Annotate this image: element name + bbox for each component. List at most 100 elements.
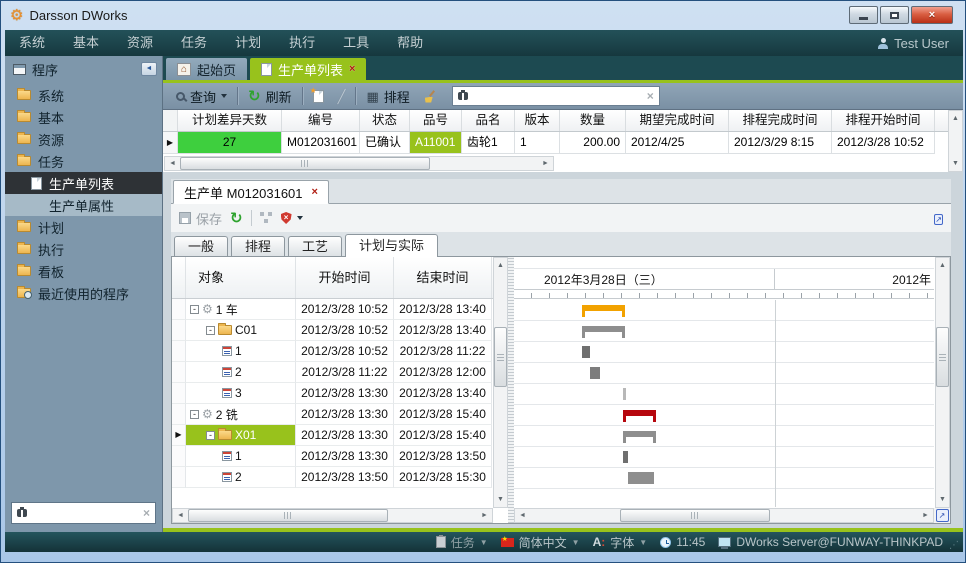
sidebar-item[interactable]: 看板: [5, 260, 162, 282]
clear-search-icon[interactable]: ×: [143, 507, 150, 519]
gantt-bar[interactable]: [623, 451, 628, 463]
scrollbar-thumb[interactable]: [620, 509, 770, 522]
column-header[interactable]: 对象: [186, 257, 296, 298]
cancel-confirm-button[interactable]: ×: [281, 212, 303, 224]
scroll-down-icon[interactable]: ▼: [936, 493, 949, 506]
clear-search-icon[interactable]: ×: [647, 90, 654, 102]
sidebar-item[interactable]: 系统: [5, 84, 162, 106]
column-header[interactable]: 版本: [515, 110, 560, 131]
grid-search-input[interactable]: [473, 89, 642, 103]
status-font-menu[interactable]: A 字体 ▼: [593, 534, 648, 551]
status-task-menu[interactable]: 任务 ▼: [436, 534, 488, 551]
gantt-bar[interactable]: [582, 305, 625, 311]
tree-row[interactable]: -⚙2 铣2012/3/28 13:302012/3/28 15:40: [172, 404, 508, 425]
refresh-detail-button[interactable]: ↻: [230, 211, 243, 226]
gantt-bar[interactable]: [582, 346, 590, 358]
gantt-bar[interactable]: [590, 367, 600, 379]
refresh-button[interactable]: ↻ 刷新: [241, 85, 299, 107]
tree-row[interactable]: 32012/3/28 13:302012/3/28 13:40: [172, 383, 508, 404]
menu-item[interactable]: 基本: [59, 30, 113, 56]
collapse-node-icon[interactable]: -: [190, 305, 199, 314]
close-tab-icon[interactable]: ×: [349, 64, 355, 75]
tree-row[interactable]: -⚙1 车2012/3/28 10:522012/3/28 13:40: [172, 299, 508, 320]
gantt-fit-button[interactable]: ↗: [934, 508, 950, 523]
schedule-button[interactable]: ▦ 排程: [359, 85, 416, 107]
close-button[interactable]: ×: [911, 6, 953, 24]
scroll-left-icon[interactable]: ◄: [516, 509, 529, 522]
resize-grip[interactable]: ⋰: [949, 540, 959, 551]
tree-v-scrollbar[interactable]: ▲ ▼: [493, 257, 508, 508]
menu-item[interactable]: 资源: [113, 30, 167, 56]
menu-item[interactable]: 工具: [329, 30, 383, 56]
sidebar-item[interactable]: 任务: [5, 150, 162, 172]
gantt-bar[interactable]: [623, 388, 626, 400]
scrollbar-thumb[interactable]: [936, 327, 949, 387]
column-header[interactable]: 编号: [282, 110, 360, 131]
column-header[interactable]: 期望完成时间: [626, 110, 729, 131]
new-button[interactable]: [306, 85, 331, 107]
column-header[interactable]: 品名: [462, 110, 515, 131]
tree-row[interactable]: -C012012/3/28 10:522012/3/28 13:40: [172, 320, 508, 341]
tab-home[interactable]: ⌂ 起始页: [166, 58, 247, 80]
sidebar-item[interactable]: 生产单列表: [5, 172, 162, 194]
gantt-bar[interactable]: [628, 472, 654, 484]
collapse-node-icon[interactable]: -: [206, 431, 215, 440]
gantt-bar[interactable]: [623, 431, 656, 437]
tab-process[interactable]: 工艺: [288, 236, 342, 256]
scroll-down-icon[interactable]: ▼: [949, 157, 962, 170]
gantt-bar[interactable]: [623, 410, 656, 416]
scroll-up-icon[interactable]: ▲: [949, 112, 962, 125]
grid-row[interactable]: ▶27M012031601已确认A11001齿轮11200.002012/4/2…: [163, 132, 963, 154]
tree-row[interactable]: 22012/3/28 13:502012/3/28 15:30: [172, 467, 508, 488]
menu-item[interactable]: 任务: [167, 30, 221, 56]
scrollbar-thumb[interactable]: [188, 509, 388, 522]
edit-button[interactable]: ╱: [331, 85, 353, 107]
flow-button[interactable]: [260, 212, 273, 224]
scroll-down-icon[interactable]: ▼: [494, 493, 507, 506]
sidebar-item[interactable]: 计划: [5, 216, 162, 238]
maximize-button[interactable]: [880, 6, 909, 24]
query-button[interactable]: 查询: [169, 85, 234, 107]
menu-item[interactable]: 执行: [275, 30, 329, 56]
column-header[interactable]: 状态: [360, 110, 410, 131]
collapse-node-icon[interactable]: -: [206, 326, 215, 335]
column-header[interactable]: 结束时间: [394, 257, 492, 298]
save-button[interactable]: 保存: [179, 209, 222, 228]
title-bar[interactable]: ⚙ Darsson DWorks ×: [1, 1, 965, 30]
sidebar-collapse-button[interactable]: ◄: [141, 62, 157, 76]
open-in-window-button[interactable]: ↗: [934, 209, 943, 227]
tree-row[interactable]: ▶-X012012/3/28 13:302012/3/28 15:40: [172, 425, 508, 446]
column-header[interactable]: 计划差异天数: [178, 110, 282, 131]
scroll-up-icon[interactable]: ▲: [494, 259, 507, 272]
scroll-left-icon[interactable]: ◄: [174, 509, 187, 522]
clear-schedule-button[interactable]: [417, 85, 444, 107]
user-menu[interactable]: Test User: [878, 36, 963, 51]
tree-row[interactable]: 12012/3/28 13:302012/3/28 13:50: [172, 446, 508, 467]
sidebar-item[interactable]: 执行: [5, 238, 162, 260]
column-header[interactable]: 数量: [560, 110, 626, 131]
sidebar-item[interactable]: 资源: [5, 128, 162, 150]
scrollbar-thumb[interactable]: [180, 157, 430, 170]
tab-plan-vs-actual[interactable]: 计划与实际: [345, 234, 438, 257]
gantt-h-scrollbar[interactable]: ◄ ►: [514, 508, 934, 523]
grid-h-scrollbar[interactable]: ◄ ►: [164, 156, 554, 171]
menu-item[interactable]: 系统: [5, 30, 59, 56]
status-language-menu[interactable]: 简体中文 ▼: [501, 534, 580, 551]
menu-item[interactable]: 计划: [221, 30, 275, 56]
gantt-v-scrollbar[interactable]: ▲ ▼: [935, 257, 950, 508]
column-header[interactable]: 排程开始时间: [832, 110, 935, 131]
tree-row[interactable]: 22012/3/28 11:222012/3/28 12:00: [172, 362, 508, 383]
gantt-bar[interactable]: [582, 326, 625, 332]
tab-general[interactable]: 一般: [174, 236, 228, 256]
sidebar-item[interactable]: 生产单属性: [5, 194, 162, 216]
column-header[interactable]: 开始时间: [296, 257, 394, 298]
grid-v-scrollbar[interactable]: ▲ ▼: [948, 110, 963, 172]
scroll-right-icon[interactable]: ►: [478, 509, 491, 522]
tab-order-list[interactable]: 生产单列表 ×: [250, 58, 366, 80]
menu-item[interactable]: 帮助: [383, 30, 437, 56]
tree-h-scrollbar[interactable]: ◄ ►: [172, 508, 493, 523]
tab-schedule[interactable]: 排程: [231, 236, 285, 256]
sidebar-item[interactable]: 基本: [5, 106, 162, 128]
minimize-button[interactable]: [849, 6, 878, 24]
close-doc-icon[interactable]: ×: [312, 186, 318, 198]
